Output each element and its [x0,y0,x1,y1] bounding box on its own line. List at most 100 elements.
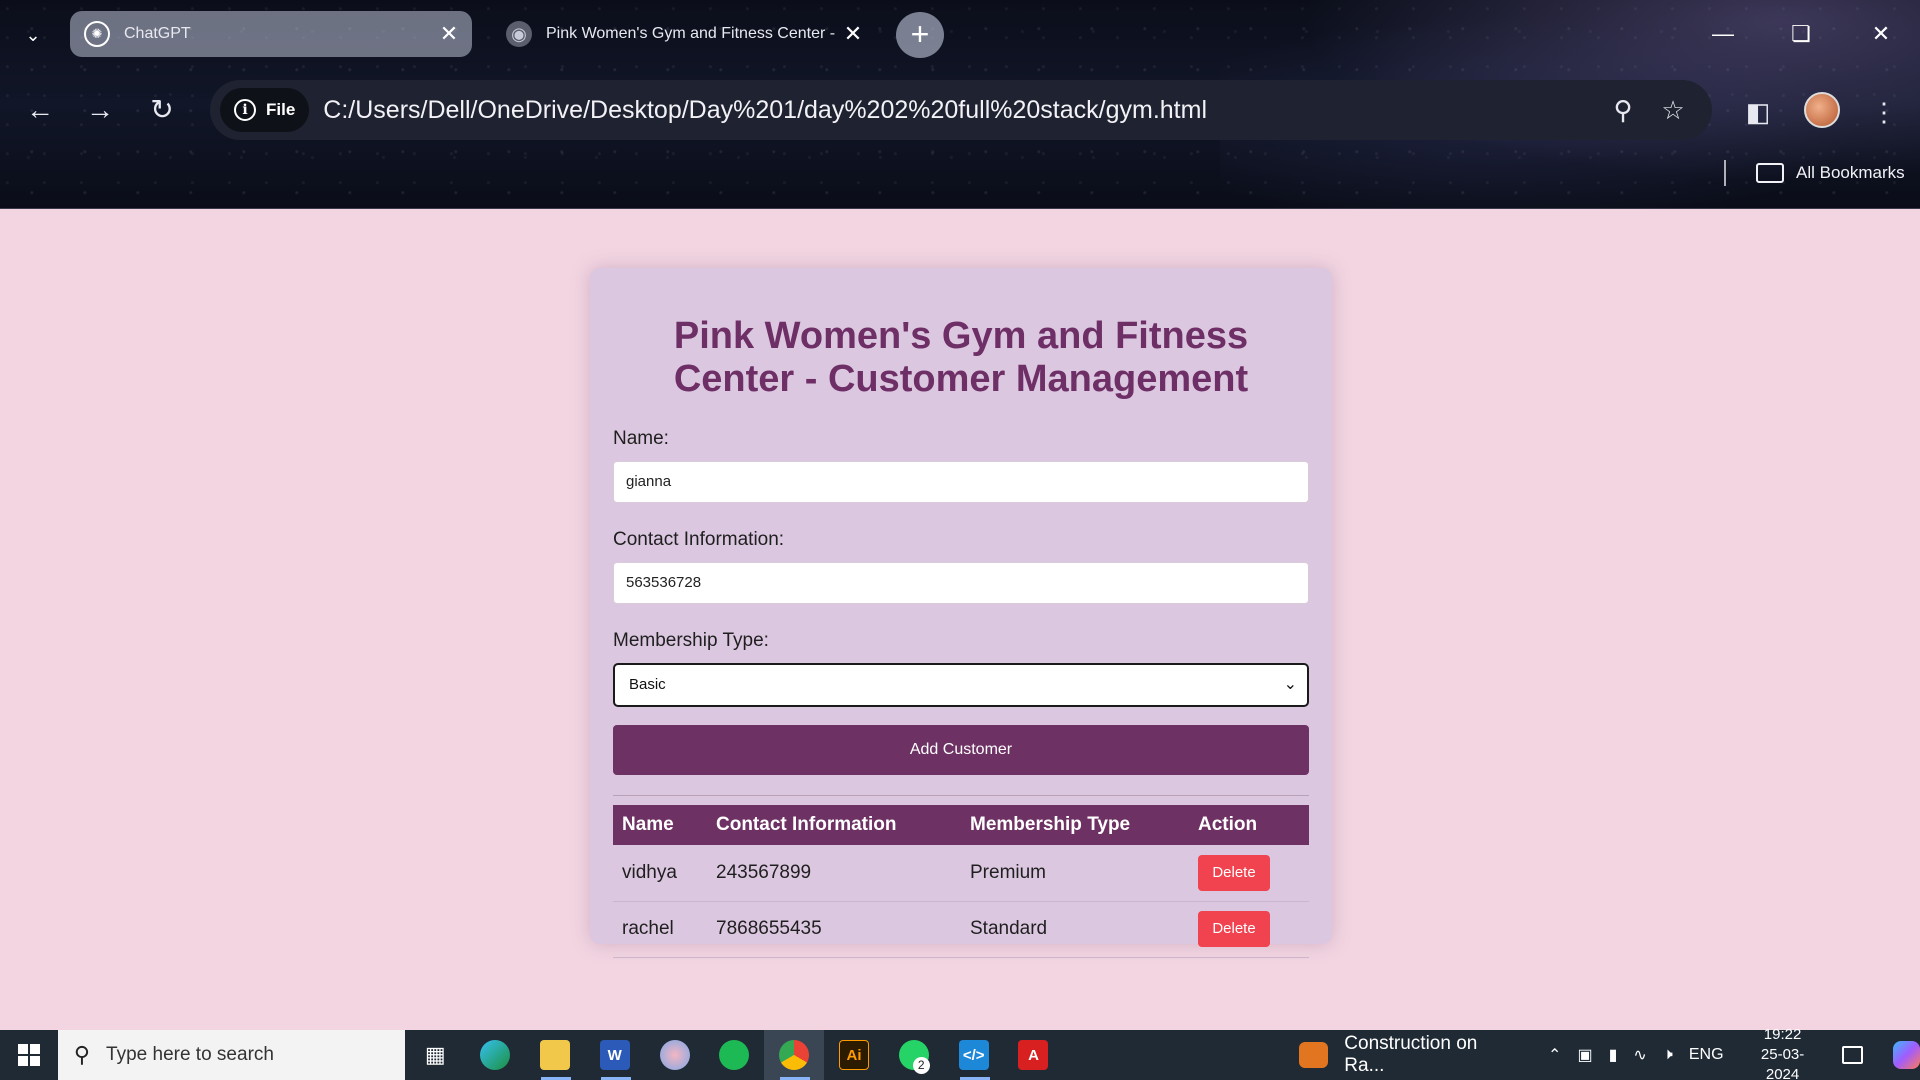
system-tray: ⌃ ▣ ▮ ∿ 🕨 ENG [1540,1045,1732,1065]
acrobat-icon: A [1018,1040,1049,1070]
file-explorer-app[interactable] [525,1030,585,1080]
address-bar[interactable]: i File C:/Users/Dell/OneDrive/Desktop/Da… [210,80,1712,140]
wifi-icon[interactable]: ∿ [1633,1045,1646,1065]
customer-management-card: Pink Women's Gym and Fitness Center - Cu… [590,268,1332,958]
task-view-icon[interactable]: ▦ [405,1030,465,1080]
paint-icon [659,1040,690,1070]
zoom-icon[interactable]: ⚲ [1598,95,1648,126]
close-icon[interactable]: ✕ [838,21,868,47]
cell-contact: 7868655435 [707,901,961,958]
news-widget[interactable]: Construction on Ra... [1299,1033,1516,1077]
forward-arrow-icon[interactable]: → [80,90,120,130]
cell-membership: Premium [961,845,1189,902]
copilot-icon[interactable] [1892,1041,1920,1069]
cell-action: Delete [1189,845,1309,902]
side-panel-icon[interactable]: ◧ [1736,90,1780,134]
cell-name: vidhya [613,845,707,902]
membership-label: Membership Type: [613,630,769,651]
column-header-name: Name [622,814,674,835]
chrome-app[interactable] [764,1030,825,1080]
notification-icon[interactable] [1841,1046,1863,1064]
clock[interactable]: 19:22 25-03-2024 [1746,1025,1820,1080]
site-info-button[interactable]: i File [220,88,310,132]
membership-select[interactable]: Basic ⌄ [613,663,1309,707]
spotify-app[interactable] [704,1030,764,1080]
edge-icon [480,1040,511,1070]
column-header-membership: Membership Type [970,814,1131,835]
customer-table: Name Contact Information Membership Type… [613,805,1309,958]
info-icon: i [234,99,256,121]
word-app[interactable]: W [585,1030,645,1080]
illustrator-icon: Ai [839,1040,869,1070]
folder-icon [1756,163,1784,183]
contact-label: Contact Information: [613,529,785,550]
chevron-up-icon[interactable]: ⌃ [1548,1045,1561,1065]
profile-avatar[interactable] [1804,92,1840,128]
tab-title: Pink Women's Gym and Fitness Center - C [546,25,838,42]
folder-icon [539,1040,570,1070]
taskbar-search[interactable]: ⚲ Type here to search [57,1030,406,1080]
all-bookmarks-button[interactable]: All Bookmarks [1756,158,1905,188]
add-customer-button[interactable]: Add Customer [613,725,1309,775]
bookmark-star-icon[interactable]: ☆ [1648,95,1698,126]
illustrator-app[interactable]: Ai [824,1030,884,1080]
back-arrow-icon[interactable]: ← [20,90,60,130]
name-input[interactable]: gianna [613,461,1309,503]
restore-icon[interactable]: ❏ [1762,0,1840,68]
notification-badge: 2 [912,1057,930,1074]
page-title: Pink Women's Gym and Fitness Center - Cu… [673,315,1249,400]
start-button[interactable] [0,1030,58,1080]
speaker-muted-icon[interactable]: 🕨 [1663,1046,1673,1064]
cell-contact: 243567899 [707,845,961,902]
meet-icon[interactable]: ▣ [1577,1045,1592,1065]
table-header-row: Name Contact Information Membership Type… [613,805,1309,845]
site-info-label: File [266,100,296,119]
membership-selected-value: Basic [629,676,666,693]
contact-input[interactable]: 563536728 [613,562,1309,604]
name-label: Name: [613,428,669,449]
new-tab-button[interactable]: + [896,12,944,58]
column-header-contact: Contact Information [716,814,897,835]
tab-gym[interactable]: ◉ Pink Women's Gym and Fitness Center - … [492,11,876,57]
close-icon[interactable]: ✕ [434,21,464,47]
divider [613,795,1309,796]
url-text[interactable]: C:/Users/Dell/OneDrive/Desktop/Day%201/d… [323,96,1598,125]
globe-icon: ◉ [506,21,532,47]
clock-time: 19:22 [1763,1026,1802,1043]
table-row: vidhya 243567899 Premium Delete [613,845,1309,902]
delete-button[interactable]: Delete [1198,911,1270,947]
tab-title: ChatGPT [124,25,191,42]
vscode-app[interactable]: </> [944,1030,1004,1080]
windows-logo-icon [17,1044,40,1066]
browser-chrome: ⌄ ✺ ChatGPT ✕ ◉ Pink Women's Gym and Fit… [0,0,1920,209]
menu-kebab-icon[interactable]: ⋮ [1862,90,1906,134]
battery-icon[interactable]: ▮ [1609,1045,1618,1065]
word-icon: W [599,1040,630,1070]
tab-chatgpt[interactable]: ✺ ChatGPT ✕ [70,11,472,57]
chrome-icon [779,1040,810,1070]
whatsapp-app[interactable]: 2 [884,1030,944,1080]
minimize-icon[interactable]: — [1684,0,1762,68]
clock-date: 25-03-2024 [1760,1046,1805,1080]
all-bookmarks-label: All Bookmarks [1796,163,1905,182]
language-indicator[interactable]: ENG [1689,1046,1724,1064]
paint-app[interactable] [645,1030,705,1080]
reload-icon[interactable]: ↻ [142,90,182,130]
taskbar-search-placeholder: Type here to search [106,1044,274,1065]
vscode-icon: </> [958,1040,989,1070]
cell-action: Delete [1189,901,1309,958]
column-header-action: Action [1198,814,1258,835]
search-icon: ⚲ [73,1042,91,1067]
chatgpt-icon: ✺ [84,21,110,47]
edge-app[interactable] [465,1030,525,1080]
cell-name: rachel [613,901,707,958]
news-text: Construction on Ra... [1344,1033,1478,1076]
tab-search-chevron-icon[interactable]: ⌄ [18,22,48,48]
acrobat-app[interactable]: A [1004,1030,1064,1080]
window-close-icon[interactable]: ✕ [1842,0,1920,68]
chevron-down-icon: ⌄ [1283,676,1297,693]
cell-membership: Standard [961,901,1189,958]
table-row: rachel 7868655435 Standard Delete [613,901,1309,958]
construction-icon [1299,1042,1329,1068]
delete-button[interactable]: Delete [1198,854,1270,891]
